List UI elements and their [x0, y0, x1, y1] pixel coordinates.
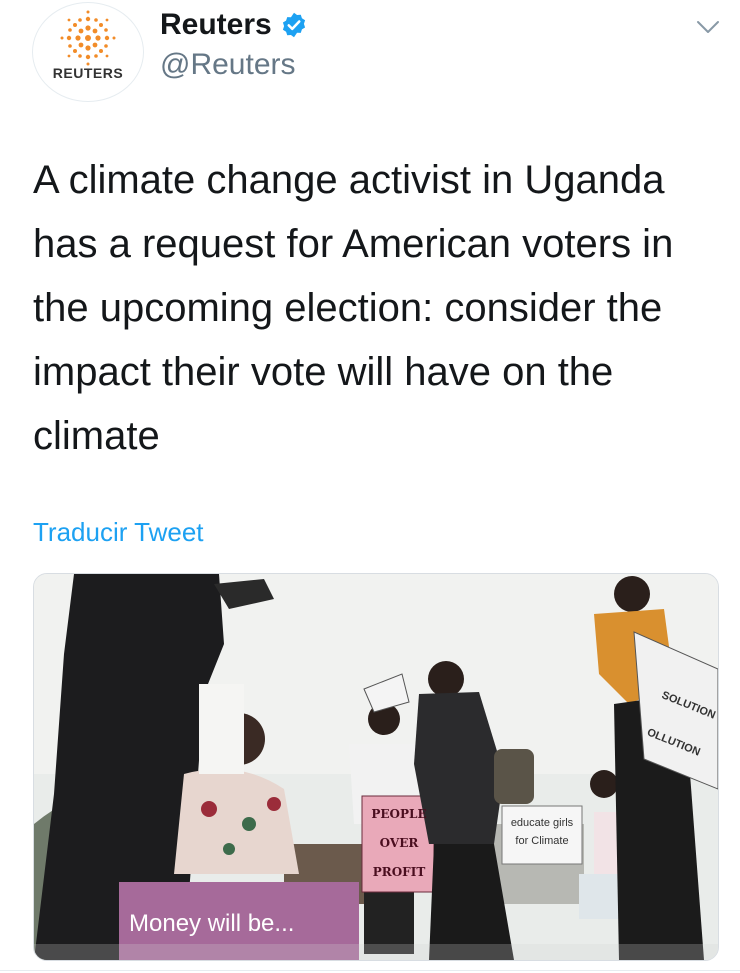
- verified-badge-icon: [282, 12, 305, 38]
- author-name[interactable]: Reuters: [160, 8, 272, 42]
- sign-educate-girls: educate girls for Climate: [504, 814, 580, 850]
- avatar-wordmark: REUTERS: [52, 65, 124, 81]
- tweet-text: A climate change activist in Uganda has …: [33, 158, 674, 458]
- tweet-video[interactable]: PEOPLE OVER PROFIT educate girls for Cli…: [33, 573, 719, 961]
- divider: [0, 970, 740, 971]
- sign-line: OVER: [379, 836, 419, 850]
- author-handle[interactable]: @Reuters: [160, 48, 296, 82]
- protest-photo: [34, 574, 718, 960]
- sign-money-will-be: Money will be...: [129, 910, 295, 937]
- reuters-logo-icon: [60, 10, 116, 66]
- chevron-down-icon[interactable]: [695, 14, 721, 40]
- sign-people-over-profit: PEOPLE OVER PROFIT: [370, 800, 428, 887]
- avatar[interactable]: REUTERS: [32, 2, 144, 102]
- sign-line: educate girls: [510, 817, 574, 829]
- translate-tweet-link[interactable]: Traducir Tweet: [33, 517, 204, 548]
- sign-line: PEOPLE: [371, 807, 427, 821]
- sign-line: for Climate: [515, 835, 569, 847]
- sign-line: PROFIT: [372, 865, 426, 879]
- author-name-row: Reuters: [160, 8, 308, 42]
